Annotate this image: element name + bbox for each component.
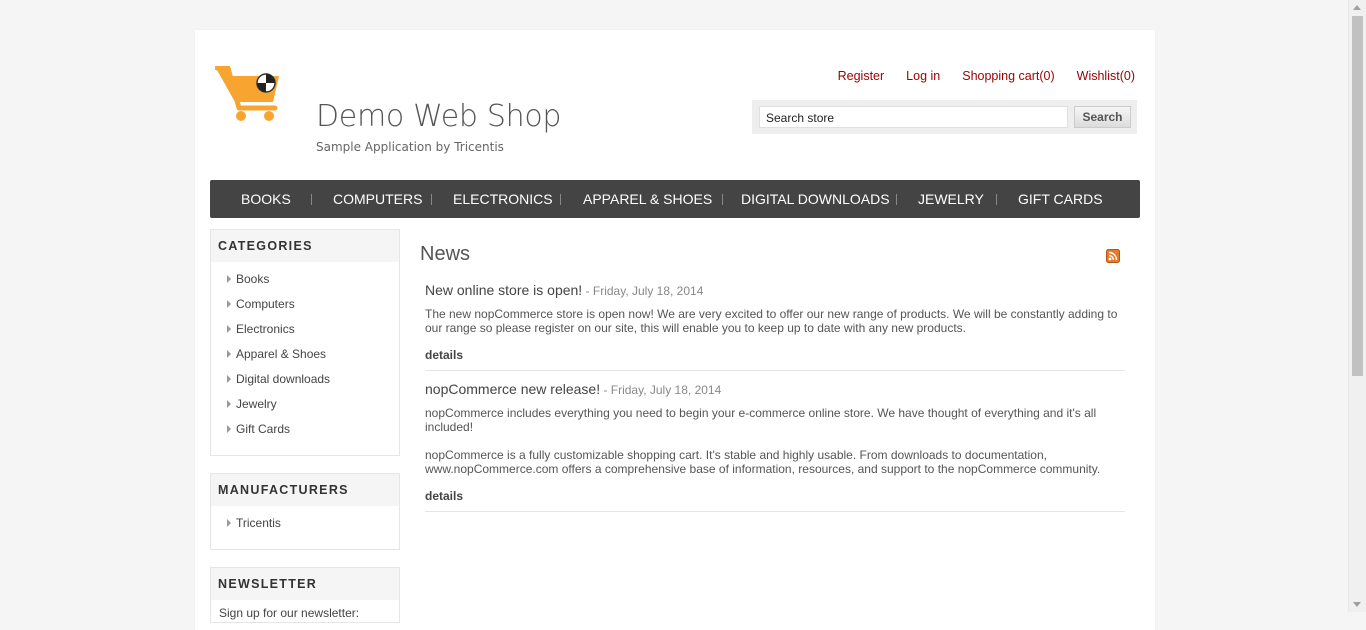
news-divider bbox=[425, 370, 1125, 371]
menu-item-gift-cards[interactable]: GIFT CARDS bbox=[1018, 180, 1103, 218]
page-container: Demo Web Shop Sample Application by Tric… bbox=[195, 30, 1155, 630]
news-item-paragraph: nopCommerce is a fully customizable shop… bbox=[425, 448, 1101, 476]
categories-block: CATEGORIES Books Computers Electronics A… bbox=[210, 229, 400, 456]
category-item-books[interactable]: Books bbox=[211, 272, 399, 297]
menu-item-books[interactable]: BOOKS bbox=[241, 180, 291, 218]
menu-item-computers[interactable]: COMPUTERS bbox=[333, 180, 422, 218]
menu-separator bbox=[996, 194, 997, 205]
manufacturers-title: MANUFACTURERS bbox=[211, 474, 399, 506]
news-item-paragraph: The new nopCommerce store is open now! W… bbox=[425, 307, 1118, 335]
category-item-digital-downloads[interactable]: Digital downloads bbox=[211, 372, 399, 397]
news-item-date: - Friday, July 18, 2014 bbox=[600, 383, 722, 397]
newsletter-text: Sign up for our newsletter: bbox=[219, 606, 360, 620]
page-title: News bbox=[420, 243, 471, 265]
category-item-apparel-shoes[interactable]: Apparel & Shoes bbox=[211, 347, 399, 372]
menu-item-electronics[interactable]: ELECTRONICS bbox=[453, 180, 553, 218]
category-item-jewelry[interactable]: Jewelry bbox=[211, 397, 399, 422]
news-item: New online store is open! - Friday, July… bbox=[425, 282, 1125, 362]
manufacturer-item-tricentis[interactable]: Tricentis bbox=[211, 516, 399, 541]
search-input[interactable]: Search store bbox=[759, 106, 1068, 128]
menu-separator bbox=[311, 194, 312, 205]
menu-separator bbox=[431, 194, 432, 205]
category-item-computers[interactable]: Computers bbox=[211, 297, 399, 322]
search-button[interactable]: Search bbox=[1074, 106, 1131, 128]
menu-item-jewelry[interactable]: JEWELRY bbox=[918, 180, 984, 218]
category-item-gift-cards[interactable]: Gift Cards bbox=[211, 422, 399, 447]
news-item-title[interactable]: New online store is open! bbox=[425, 282, 582, 298]
scroll-up-arrow-icon[interactable] bbox=[1353, 5, 1361, 10]
menu-separator bbox=[560, 194, 561, 205]
categories-title: CATEGORIES bbox=[211, 230, 399, 262]
scrollbar-thumb[interactable] bbox=[1352, 16, 1363, 376]
news-item-date: - Friday, July 18, 2014 bbox=[582, 284, 704, 298]
manufacturers-block: MANUFACTURERS Tricentis bbox=[210, 473, 400, 550]
news-item-body: The new nopCommerce store is open now! W… bbox=[425, 307, 1125, 335]
login-link[interactable]: Log in bbox=[906, 69, 940, 83]
menu-separator bbox=[722, 194, 723, 205]
shopping-cart-link[interactable]: Shopping cart(0) bbox=[962, 69, 1054, 83]
news-divider bbox=[425, 511, 1125, 512]
news-item: nopCommerce new release! - Friday, July … bbox=[425, 381, 1125, 503]
store-title: Demo Web Shop bbox=[316, 99, 562, 134]
menu-item-digital-downloads[interactable]: DIGITAL DOWNLOADS bbox=[741, 180, 890, 218]
menu-separator bbox=[896, 194, 897, 205]
rss-icon[interactable] bbox=[1106, 249, 1120, 263]
news-item-paragraph: nopCommerce includes everything you need… bbox=[425, 406, 1097, 434]
news-details-link[interactable]: details bbox=[425, 489, 1125, 503]
store-subtitle: Sample Application by Tricentis bbox=[316, 140, 504, 154]
newsletter-title: NEWSLETTER bbox=[211, 568, 399, 600]
wishlist-link[interactable]: Wishlist(0) bbox=[1077, 69, 1135, 83]
shopping-cart-logo-icon bbox=[215, 66, 279, 121]
top-menu: BOOKS COMPUTERS ELECTRONICS APPAREL & SH… bbox=[210, 180, 1140, 218]
scroll-down-arrow-icon[interactable] bbox=[1353, 602, 1361, 607]
menu-item-apparel-shoes[interactable]: APPAREL & SHOES bbox=[583, 180, 712, 218]
news-item-title[interactable]: nopCommerce new release! bbox=[425, 381, 600, 397]
header-links: Register Log in Shopping cart(0) Wishlis… bbox=[838, 69, 1135, 83]
register-link[interactable]: Register bbox=[838, 69, 885, 83]
news-details-link[interactable]: details bbox=[425, 348, 1125, 362]
page-scrollbar[interactable] bbox=[1348, 0, 1366, 612]
news-item-body: nopCommerce includes everything you need… bbox=[425, 406, 1125, 476]
store-logo[interactable]: Demo Web Shop Sample Application by Tric… bbox=[215, 66, 561, 154]
newsletter-block: NEWSLETTER Sign up for our newsletter: bbox=[210, 567, 400, 623]
search-box: Search store Search bbox=[752, 100, 1137, 134]
category-item-electronics[interactable]: Electronics bbox=[211, 322, 399, 347]
